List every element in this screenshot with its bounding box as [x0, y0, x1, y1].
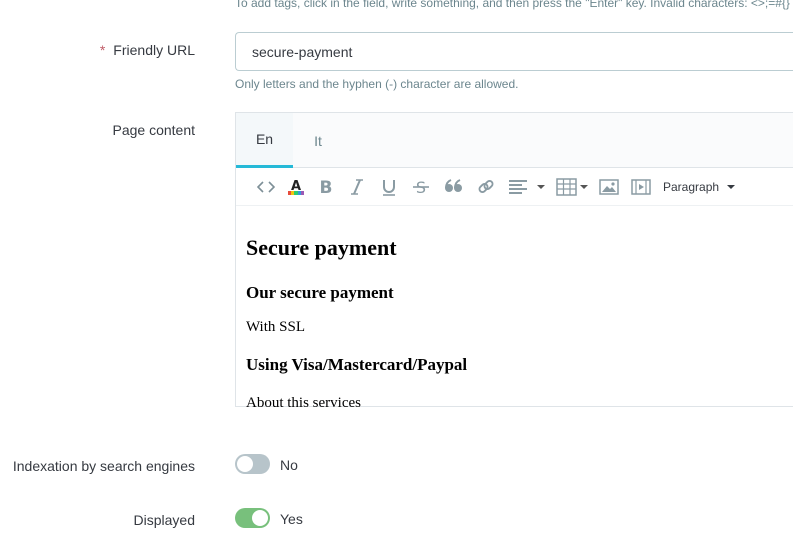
tab-it[interactable]: It	[293, 113, 343, 168]
format-select[interactable]: Paragraph	[663, 176, 743, 198]
displayed-label: Displayed	[133, 512, 195, 528]
indexation-label: Indexation by search engines	[12, 458, 195, 474]
displayed-state: Yes	[280, 511, 303, 527]
blockquote-icon[interactable]	[443, 176, 465, 198]
strikethrough-icon[interactable]: S	[411, 176, 431, 198]
italic-icon[interactable]	[347, 176, 367, 198]
displayed-toggle[interactable]	[235, 508, 270, 528]
align-icon[interactable]	[508, 176, 548, 198]
bold-icon[interactable]: B	[316, 176, 336, 198]
rich-text-editor: En It A B S Paragraph Secure payment Our…	[235, 112, 793, 407]
table-icon[interactable]	[556, 176, 590, 198]
underline-icon[interactable]	[379, 176, 399, 198]
toggle-knob	[237, 456, 253, 472]
code-icon[interactable]	[256, 176, 276, 198]
content-heading-1: Secure payment	[246, 235, 397, 260]
friendly-url-label-text: Friendly URL	[113, 42, 195, 58]
media-icon[interactable]	[630, 176, 652, 198]
content-heading-2: Our secure payment	[246, 283, 394, 302]
text-color-icon[interactable]: A	[286, 176, 306, 198]
tags-help-text: To add tags, click in the field, write s…	[235, 0, 790, 10]
content-heading-3: Using Visa/Mastercard/Paypal	[246, 355, 468, 374]
chevron-down-icon	[727, 185, 736, 189]
editor-toolbar: A B S Paragraph	[236, 168, 793, 206]
content-paragraph-2: About this services	[246, 395, 361, 407]
indexation-state: No	[280, 457, 298, 473]
format-select-value: Paragraph	[663, 180, 720, 194]
friendly-url-help: Only letters and the hyphen (-) characte…	[235, 77, 519, 91]
toggle-knob	[252, 510, 268, 526]
content-paragraph: With SSL	[246, 319, 305, 335]
indexation-toggle[interactable]	[235, 454, 270, 474]
link-icon[interactable]	[476, 176, 496, 198]
language-tabs: En It	[236, 113, 793, 168]
page-content-label: Page content	[112, 122, 195, 138]
friendly-url-input[interactable]: secure-payment	[235, 32, 793, 71]
svg-text:B: B	[320, 178, 333, 196]
svg-text:A: A	[291, 179, 301, 194]
image-icon[interactable]	[598, 176, 620, 198]
required-mark: *	[99, 42, 106, 58]
editor-content[interactable]: Secure payment Our secure payment With S…	[236, 207, 793, 407]
tab-en[interactable]: En	[236, 113, 293, 168]
friendly-url-label: * Friendly URL	[100, 42, 195, 58]
